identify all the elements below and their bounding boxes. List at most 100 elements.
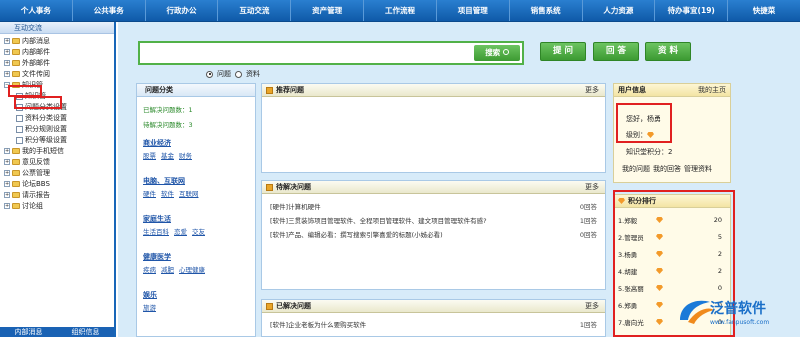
ask-button[interactable]: 提 问 [540,42,586,61]
search-icon [502,49,509,55]
category-link[interactable]: 生活百科 [143,226,169,236]
my-homepage-link[interactable]: 我的主页 [698,85,726,95]
tree-item[interactable]: 资料分类设置 [16,113,67,123]
question-row[interactable]: [硬件]计算机硬件 0回答 [270,201,597,211]
sidebar-header[interactable]: 互动交流 [0,22,114,34]
document-icon [16,136,23,144]
manage-docs-link[interactable]: 管理资料 [684,164,712,174]
category-link[interactable]: 心理健康 [179,264,205,274]
expand-icon[interactable]: + [4,71,10,77]
document-icon [16,125,23,133]
top-nav: 个人事务 公共事务 行政办公 互动交流 资产管理 工作流程 项目管理 销售系统 人力资源 待办事宜… [0,0,800,22]
category-link[interactable]: 交友 [192,226,205,236]
answer-count: 0回答 [579,231,597,239]
pending-count: 待解决问题数：3 [143,121,193,129]
user-points: 知识堂积分：2 [626,148,673,156]
panel-icon [266,86,273,94]
expand-icon[interactable]: + [4,203,10,209]
footer-tab-messages[interactable]: 内部消息 [15,327,43,337]
category-title[interactable]: 健康医学 [143,252,171,262]
sidebar-tree: 互动交流 + 内部消息 + 内部邮件 + 外部邮件 + 文件传阅 − 知识管 知识管 问题分类设置 资料… [0,22,116,337]
tree-item[interactable]: + 讨论组 [4,201,43,211]
recommended-more-link[interactable]: 更多 [585,85,599,95]
tree-item[interactable]: + 我的手机短信 [4,146,64,156]
expand-icon[interactable]: + [4,49,10,55]
question-text: [硬件]计算机硬件 [270,203,321,211]
radio-question[interactable] [206,70,213,78]
question-text: [软件]三贯装饰项目管理软件、全程项目管理软件、建文项目管理软件有感? [270,217,487,225]
question-row[interactable]: [软件]企业老板为什么要购买软件 1回答 [270,319,597,329]
expand-icon[interactable]: + [4,159,10,165]
tree-item[interactable]: 积分规则设置 [16,124,67,134]
category-link[interactable]: 恋爱 [174,226,187,236]
tree-item[interactable]: + 文件传阅 [4,69,50,79]
recommended-title: 推荐问题 [276,86,304,94]
category-link[interactable]: 股票 [143,150,156,160]
tree-item[interactable]: + 外部邮件 [4,58,50,68]
tree-item[interactable]: + 论坛BBS [4,179,50,189]
sidebar-footer: 内部消息 组织信息 [0,327,114,337]
expand-icon[interactable]: + [4,148,10,154]
top-nav-item[interactable]: 互动交流 [218,0,292,21]
tree-item[interactable]: 积分等级设置 [16,135,67,145]
expand-icon[interactable]: + [4,60,10,66]
tree-item-label: 意见反馈 [22,158,50,166]
category-links: 股票 基金 财务 [143,150,192,160]
brand-watermark: 泛普软件 www.fanpusoft.com [676,292,800,337]
question-text: [软件]企业老板为什么要购买软件 [270,321,367,329]
answer-button[interactable]: 回 答 [593,42,639,61]
recommended-panel: 推荐问题 更多 [261,83,606,173]
radio-docs-label: 资料 [246,70,260,78]
brand-name: 泛普软件 [710,301,766,317]
category-link[interactable]: 疾病 [143,264,156,274]
question-row[interactable]: [软件]三贯装饰项目管理软件、全程项目管理软件、建文项目管理软件有感? 1回答 [270,215,597,225]
tree-item-label: 讨论组 [22,202,43,210]
category-link[interactable]: 互联网 [179,188,199,198]
radio-docs[interactable] [235,70,242,78]
category-title[interactable]: 电脑、互联网 [143,176,185,186]
question-row[interactable]: [软件]产品、编辑必看：撰写搜索引擎喜爱的标题(小姊必看) 0回答 [270,229,597,239]
category-panel-header: 问题分类 [137,84,255,97]
expand-icon[interactable]: + [4,181,10,187]
highlight-box-knowledge-item [14,96,62,109]
top-nav-item[interactable]: 公共事务 [73,0,146,21]
category-link[interactable]: 减肥 [161,264,174,274]
search-box[interactable]: 搜索 [138,41,524,65]
pending-more-link[interactable]: 更多 [585,182,599,192]
search-button-label: 搜索 [485,48,501,57]
tree-item[interactable]: + 公票管理 [4,168,50,178]
folder-icon [12,60,20,66]
category-link[interactable]: 基金 [161,150,174,160]
solved-more-link[interactable]: 更多 [585,301,599,311]
top-nav-item[interactable]: 快捷菜 [728,0,800,21]
category-link[interactable]: 软件 [161,188,174,198]
answer-count: 0回答 [579,203,597,211]
search-button[interactable]: 搜索 [474,45,520,61]
top-nav-item[interactable]: 人力资源 [583,0,656,21]
top-nav-item[interactable]: 工作流程 [364,0,437,21]
top-nav-item[interactable]: 行政办公 [146,0,219,21]
category-title[interactable]: 家庭生活 [143,214,171,224]
expand-icon[interactable]: + [4,38,10,44]
userinfo-title: 用户信息 [618,86,646,94]
tree-item[interactable]: + 意见反馈 [4,157,50,167]
top-nav-item[interactable]: 销售系统 [510,0,583,21]
category-link[interactable]: 硬件 [143,188,156,198]
top-nav-item[interactable]: 项目管理 [437,0,510,21]
my-questions-link[interactable]: 我的问题 [622,164,650,174]
category-link[interactable]: 财务 [179,150,192,160]
category-link[interactable]: 旅游 [143,302,156,312]
docs-button[interactable]: 资 料 [645,42,691,61]
my-answers-link[interactable]: 我的回答 [653,164,681,174]
category-title[interactable]: 商业经济 [143,138,171,148]
expand-icon[interactable]: + [4,170,10,176]
tree-item[interactable]: + 内部消息 [4,36,50,46]
tree-item[interactable]: + 请示报告 [4,190,50,200]
expand-icon[interactable]: + [4,192,10,198]
footer-tab-org[interactable]: 组织信息 [72,327,100,337]
top-nav-item[interactable]: 待办事宜(19) [655,0,729,21]
top-nav-item[interactable]: 个人事务 [0,0,73,21]
category-title[interactable]: 娱乐 [143,290,157,300]
tree-item[interactable]: + 内部邮件 [4,47,50,57]
top-nav-item[interactable]: 资产管理 [291,0,365,21]
